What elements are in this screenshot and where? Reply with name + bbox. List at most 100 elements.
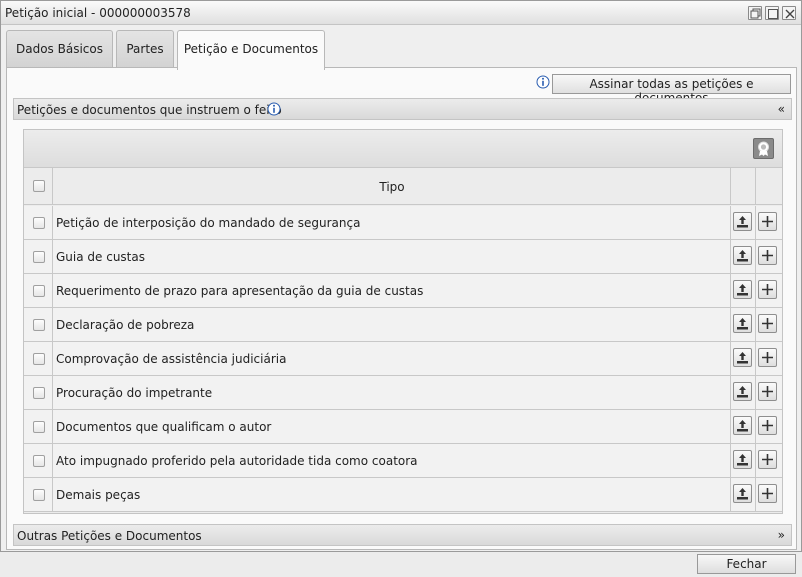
row-tipo-label: Requerimento de prazo para apresentação … [56,284,424,298]
section-header-documents[interactable]: Petições e documentos que instruem o fei… [13,98,792,120]
upload-button[interactable] [733,280,752,299]
plus-icon [762,386,773,397]
column-separator [52,240,53,273]
plus-icon [762,318,773,329]
maximize-button[interactable] [765,6,779,20]
dialog-window: Petição inicial - 000000003578 Dados Bás… [0,0,802,552]
section-header-other-documents[interactable]: Outras Petições e Documentos » [13,524,792,546]
close-icon [785,9,795,19]
upload-button[interactable] [733,382,752,401]
upload-button[interactable] [733,212,752,231]
table-row[interactable]: Declaração de pobreza [24,308,782,342]
upload-button[interactable] [733,314,752,333]
column-separator [755,376,756,409]
column-separator [730,274,731,307]
seal-button[interactable] [753,138,774,159]
column-separator [52,342,53,375]
add-button[interactable] [758,246,777,265]
tab-partes[interactable]: Partes [116,30,174,68]
grid-header-row: Tipo [24,168,782,205]
column-separator [730,444,731,477]
info-icon[interactable] [267,102,281,116]
row-checkbox[interactable] [33,251,45,263]
column-separator [730,376,731,409]
table-row[interactable]: Requerimento de prazo para apresentação … [24,274,782,308]
add-button[interactable] [758,450,777,469]
column-separator [755,308,756,341]
column-separator [730,240,731,273]
column-separator [730,342,731,375]
plus-icon [762,488,773,499]
section-title: Petições e documentos que instruem o fei… [17,103,282,117]
tab-dados-basicos[interactable]: Dados Básicos [6,30,113,68]
upload-icon [737,352,748,364]
column-header-tipo[interactable]: Tipo [54,180,730,194]
add-button[interactable] [758,314,777,333]
tab-peticao-documentos[interactable]: Petição e Documentos [177,30,325,70]
table-row[interactable]: Guia de custas [24,240,782,274]
tab-label: Partes [126,42,164,56]
add-button[interactable] [758,416,777,435]
column-separator [755,274,756,307]
column-separator [52,206,53,239]
upload-button[interactable] [733,416,752,435]
maximize-icon [768,9,778,19]
column-separator [52,376,53,409]
restore-button[interactable] [748,6,762,20]
tab-label: Petição e Documentos [183,42,319,56]
table-row[interactable]: Demais peças [24,478,782,512]
column-separator [52,410,53,443]
row-tipo-label: Comprovação de assistência judiciária [56,352,287,366]
column-separator [755,206,756,239]
row-checkbox[interactable] [33,421,45,433]
close-button[interactable]: Fechar [697,554,796,574]
table-row[interactable]: Petição de interposição do mandado de se… [24,206,782,240]
row-checkbox[interactable] [33,353,45,365]
restore-icon [750,8,761,19]
row-checkbox[interactable] [33,489,45,501]
add-button[interactable] [758,382,777,401]
add-button[interactable] [758,212,777,231]
select-all-checkbox[interactable] [33,180,45,192]
upload-button[interactable] [733,484,752,503]
upload-icon [737,386,748,398]
upload-icon [737,250,748,262]
table-row[interactable]: Procuração do impetrante [24,376,782,410]
upload-button[interactable] [733,246,752,265]
tab-panel: Assinar todas as petições e documentos P… [6,67,797,550]
column-separator [755,342,756,375]
close-window-button[interactable] [782,6,796,20]
section-title: Outras Petições e Documentos [17,529,202,543]
row-checkbox[interactable] [33,387,45,399]
row-checkbox[interactable] [33,217,45,229]
column-separator [755,478,756,511]
upload-icon [737,216,748,228]
documents-grid: Tipo Petição de interposição do mandado … [23,129,783,514]
table-row[interactable]: Ato impugnado proferido pela autoridade … [24,444,782,478]
upload-button[interactable] [733,348,752,367]
row-checkbox[interactable] [33,319,45,331]
add-button[interactable] [758,280,777,299]
table-row[interactable]: Comprovação de assistência judiciária [24,342,782,376]
upload-icon [737,420,748,432]
add-button[interactable] [758,484,777,503]
info-icon[interactable] [536,75,550,89]
table-row[interactable]: Documentos que qualificam o autor [24,410,782,444]
row-tipo-label: Demais peças [56,488,141,502]
upload-icon [737,284,748,296]
title-bar: Petição inicial - 000000003578 [1,1,801,25]
window-title: Petição inicial - 000000003578 [5,6,191,20]
row-checkbox[interactable] [33,285,45,297]
column-separator [52,478,53,511]
column-separator [755,168,756,204]
upload-icon [737,318,748,330]
add-button[interactable] [758,348,777,367]
plus-icon [762,420,773,431]
plus-icon [762,216,773,227]
upload-icon [737,454,748,466]
upload-button[interactable] [733,450,752,469]
sign-all-button[interactable]: Assinar todas as petições e documentos [552,74,791,105]
collapse-chevron-icon[interactable]: « [778,102,785,116]
expand-chevron-icon[interactable]: » [778,528,785,542]
row-checkbox[interactable] [33,455,45,467]
